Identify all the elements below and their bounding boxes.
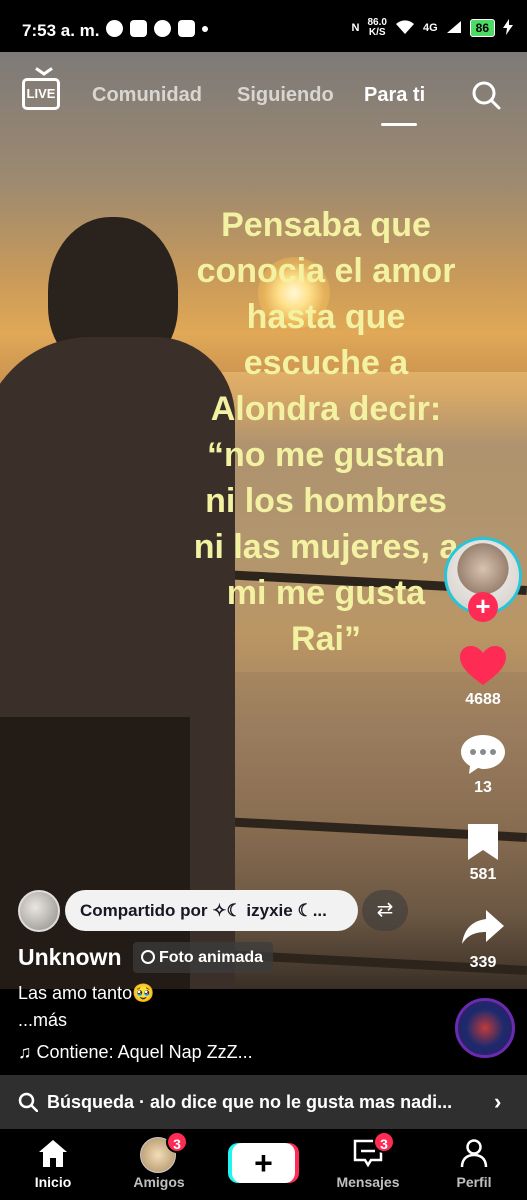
search-icon bbox=[18, 1092, 38, 1112]
nav-label: Amigos bbox=[133, 1174, 185, 1190]
nav-mensajes[interactable]: 3 Mensajes bbox=[323, 1129, 413, 1200]
shares-count: 339 bbox=[469, 954, 497, 971]
friends-badge: 3 bbox=[166, 1131, 188, 1153]
status-notification-icons bbox=[106, 20, 208, 37]
bookmark-icon[interactable] bbox=[458, 822, 508, 862]
top-nav: LIVE Comunidad Siguiendo Para ti bbox=[0, 52, 527, 142]
share-icon[interactable] bbox=[458, 908, 508, 948]
youtube-icon bbox=[178, 20, 195, 37]
home-icon bbox=[39, 1140, 67, 1167]
video-overlay-text: Pensaba que conocia el amor hasta que es… bbox=[193, 206, 459, 658]
more-link[interactable]: ...más bbox=[18, 1010, 67, 1031]
bottom-nav: Inicio 3 Amigos + 3 Mensajes Perfil bbox=[0, 1129, 527, 1200]
live-icon[interactable]: LIVE bbox=[22, 78, 60, 110]
discord-icon bbox=[130, 20, 147, 37]
saves-count: 581 bbox=[469, 866, 497, 883]
search-suggestion-bar[interactable]: Búsqueda · alo dice que no le gusta mas … bbox=[0, 1075, 527, 1129]
status-indicators: N 86.0 K/S 4G 86 bbox=[352, 18, 513, 38]
status-time: 7:53 a. m. bbox=[22, 21, 100, 40]
sound-info[interactable]: ♫ Contiene: Aquel Nap ZzZ... bbox=[18, 1042, 253, 1063]
animated-photo-icon bbox=[141, 950, 155, 964]
create-button[interactable]: + bbox=[232, 1143, 295, 1183]
music-disc-icon[interactable] bbox=[455, 998, 515, 1058]
active-tab-indicator bbox=[381, 123, 417, 126]
author-name[interactable]: Unknown bbox=[18, 944, 122, 971]
video-caption: Las amo tanto🥹 bbox=[18, 983, 155, 1003]
tab-comunidad[interactable]: Comunidad bbox=[92, 84, 202, 107]
nav-label: Inicio bbox=[34, 1174, 72, 1190]
net-speed: 86.0 K/S bbox=[367, 17, 387, 38]
likes-count: 4688 bbox=[465, 691, 501, 708]
heart-icon[interactable] bbox=[458, 645, 508, 687]
nfc-icon: N bbox=[351, 22, 360, 34]
comments-count: 13 bbox=[474, 779, 492, 796]
search-suggestion-text: Búsqueda · alo dice que no le gusta mas … bbox=[47, 1092, 453, 1112]
nav-perfil[interactable]: Perfil bbox=[429, 1129, 519, 1200]
more-notifications-icon bbox=[202, 25, 208, 32]
follow-button[interactable]: + bbox=[468, 592, 498, 622]
nav-label: Mensajes bbox=[336, 1174, 400, 1190]
notification-icon bbox=[154, 20, 171, 37]
nav-amigos[interactable]: 3 Amigos bbox=[114, 1129, 204, 1200]
battery-level: 86 bbox=[469, 19, 495, 37]
search-icon[interactable] bbox=[471, 80, 501, 110]
sharer-avatar[interactable] bbox=[18, 890, 60, 932]
signal-icon bbox=[446, 20, 462, 37]
tab-para-ti[interactable]: Para ti bbox=[364, 84, 425, 107]
network-type: 4G bbox=[422, 22, 438, 34]
messages-badge: 3 bbox=[373, 1131, 395, 1153]
repost-icon[interactable]: ⇄ bbox=[362, 890, 408, 931]
profile-icon bbox=[460, 1139, 488, 1168]
nav-label: Perfil bbox=[456, 1174, 492, 1190]
chevron-right-icon: › bbox=[494, 1089, 502, 1114]
status-bar: 7:53 a. m. N 86.0 K/S 4G 86 bbox=[0, 0, 527, 52]
video-player[interactable]: Pensaba que conocia el amor hasta que es… bbox=[0, 52, 527, 989]
photo-animated-tag[interactable]: Foto animada bbox=[133, 942, 274, 973]
message-icon bbox=[106, 20, 123, 37]
comment-icon[interactable] bbox=[458, 733, 508, 775]
wifi-icon bbox=[395, 19, 415, 38]
nav-inicio[interactable]: Inicio bbox=[8, 1129, 98, 1200]
music-note-icon: ♫ bbox=[18, 1042, 37, 1062]
charging-icon bbox=[503, 18, 513, 38]
tab-siguiendo[interactable]: Siguiendo bbox=[237, 84, 334, 107]
shared-by-pill[interactable]: Compartido por ✧☾ izyxie ☾... bbox=[65, 890, 358, 931]
